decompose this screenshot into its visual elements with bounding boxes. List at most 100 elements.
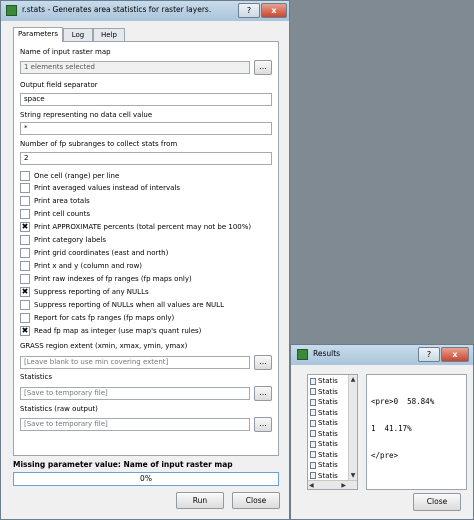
results-list-item[interactable]: Statis: [310, 387, 346, 398]
checkbox-box[interactable]: [20, 209, 30, 219]
results-line: </pre>: [371, 451, 399, 460]
region-field[interactable]: [Leave blank to use min covering extent]: [20, 356, 250, 369]
scroll-left-icon[interactable]: ◀: [309, 481, 314, 489]
document-icon: [310, 419, 316, 427]
checkbox-averaged[interactable]: Print averaged values instead of interva…: [20, 183, 180, 194]
results-line: <pre>0 58.84%: [371, 397, 435, 406]
statistics-browse-button[interactable]: ...: [254, 386, 272, 401]
statistics-raw-browse-button[interactable]: ...: [254, 417, 272, 432]
checkbox-category-labels[interactable]: Print category labels: [20, 235, 106, 246]
results-title: Results: [313, 349, 341, 358]
results-list-item[interactable]: Statis: [310, 408, 346, 419]
results-list-hscrollbar[interactable]: ◀ ▶: [308, 480, 357, 489]
checkbox-label: Print area totals: [34, 197, 90, 205]
input-raster-field[interactable]: 1 elements selected: [20, 61, 250, 74]
results-list-item-label: Statis: [318, 377, 338, 385]
checkbox-box[interactable]: [20, 300, 30, 310]
checkbox-box[interactable]: [20, 183, 30, 193]
statistics-label: Statistics: [20, 373, 52, 381]
status-message: Missing parameter value: Name of input r…: [13, 460, 233, 469]
checkbox-grid-coords[interactable]: Print grid coordinates (east and north): [20, 248, 168, 259]
results-list-item[interactable]: Statis: [310, 429, 346, 440]
checkbox-suppress-nulls[interactable]: ✖ Suppress reporting of any NULLs: [20, 287, 149, 298]
checkbox-box[interactable]: [20, 274, 30, 284]
checkbox-box-checked[interactable]: ✖: [20, 287, 30, 297]
help-icon: ?: [246, 6, 252, 15]
results-list-item[interactable]: Statis: [310, 460, 346, 471]
rstats-dialog: r.stats - Generates area statistics for …: [0, 0, 290, 520]
subranges-field[interactable]: 2: [20, 152, 272, 165]
tab-log[interactable]: Log: [63, 28, 93, 41]
checkbox-read-integer[interactable]: ✖ Read fp map as integer (use map's quant…: [20, 326, 201, 337]
checkbox-box[interactable]: [20, 313, 30, 323]
checkbox-area-totals[interactable]: Print area totals: [20, 196, 90, 207]
checkbox-box[interactable]: [20, 171, 30, 181]
results-list-item-label: Statis: [318, 419, 338, 427]
region-browse-button[interactable]: ...: [254, 355, 272, 370]
checkbox-cats-fp[interactable]: Report for cats fp ranges (fp maps only): [20, 313, 174, 324]
results-list-items: Statis Statis Statis Statis Statis Statis Stat…: [310, 376, 346, 481]
parameters-panel: Name of input raster map 1 elements sele…: [13, 41, 279, 456]
scroll-down-icon[interactable]: ▼: [349, 471, 357, 480]
results-list-item[interactable]: Statis: [310, 450, 346, 461]
input-raster-browse-button[interactable]: ...: [254, 60, 272, 75]
separator-field[interactable]: space: [20, 93, 272, 106]
checkbox-label: Print raw indexes of fp ranges (fp maps …: [34, 275, 192, 283]
results-close-button[interactable]: Close: [413, 493, 461, 511]
checkbox-suppress-all-nulls[interactable]: Suppress reporting of NULLs when all val…: [20, 300, 224, 311]
checkbox-label: Suppress reporting of any NULLs: [34, 288, 149, 296]
results-list-scrollbar[interactable]: ▲ ▼: [348, 375, 357, 480]
checkbox-label: Print cell counts: [34, 210, 90, 218]
checkbox-label: Print x and y (column and row): [34, 262, 143, 270]
results-close-title-button[interactable]: x: [441, 347, 469, 362]
checkbox-cell-counts[interactable]: Print cell counts: [20, 209, 90, 220]
document-icon: [310, 388, 316, 395]
statistics-raw-output-field[interactable]: [Save to temporary file]: [20, 418, 250, 431]
results-list-item[interactable]: Statis: [310, 418, 346, 429]
nodata-field[interactable]: *: [20, 122, 272, 135]
close-icon: x: [271, 6, 277, 15]
document-icon: [310, 461, 316, 469]
checkbox-box[interactable]: [20, 261, 30, 271]
results-list-item-label: Statis: [318, 461, 338, 469]
results-list-item[interactable]: Statis: [310, 376, 346, 387]
results-list-item-label: Statis: [318, 398, 338, 406]
checkbox-xy[interactable]: Print x and y (column and row): [20, 261, 142, 272]
checkbox-raw-indexes[interactable]: Print raw indexes of fp ranges (fp maps …: [20, 274, 192, 285]
checkbox-box-checked[interactable]: ✖: [20, 326, 30, 336]
results-list-item-label: Statis: [318, 440, 338, 448]
results-title-bar: Results ? x: [291, 345, 473, 365]
tab-parameters[interactable]: Parameters: [13, 27, 63, 42]
run-button[interactable]: Run: [176, 492, 224, 509]
document-icon: [310, 409, 316, 416]
checkbox-label: Suppress reporting of NULLs when all val…: [34, 301, 224, 309]
scroll-right-icon[interactable]: ▶: [341, 481, 346, 489]
close-button[interactable]: Close: [232, 492, 280, 509]
results-line: 1 41.17%: [371, 424, 412, 433]
checkbox-label: Report for cats fp ranges (fp maps only): [34, 314, 175, 322]
results-dialog: Results ? x Statis Statis Statis Statis Stat…: [290, 344, 474, 520]
checkbox-box[interactable]: [20, 248, 30, 258]
progress-bar: 0%: [13, 472, 279, 486]
checkbox-percents[interactable]: ✖ Print APPROXIMATE percents (total perce…: [20, 222, 251, 233]
help-title-button[interactable]: ?: [238, 3, 260, 18]
checkbox-label: One cell (range) per line: [34, 172, 120, 180]
checkbox-box[interactable]: [20, 196, 30, 206]
results-list-item-label: Statis: [318, 450, 338, 459]
statistics-output-field[interactable]: [Save to temporary file]: [20, 387, 250, 400]
checkbox-label: Print grid coordinates (east and north): [34, 249, 169, 257]
scroll-up-icon[interactable]: ▲: [349, 375, 357, 384]
app-icon: [297, 349, 308, 360]
results-help-title-button[interactable]: ?: [418, 347, 440, 362]
document-icon: [310, 398, 316, 406]
checkbox-box-checked[interactable]: ✖: [20, 222, 30, 232]
progress-text: 0%: [140, 474, 152, 483]
close-title-button[interactable]: x: [261, 3, 287, 18]
results-list-item[interactable]: Statis: [310, 439, 346, 450]
results-content: <pre>0 58.84% 1 41.17% </pre>: [366, 374, 467, 490]
checkbox-one-cell[interactable]: One cell (range) per line: [20, 171, 119, 182]
tab-help[interactable]: Help: [93, 28, 125, 41]
results-list[interactable]: Statis Statis Statis Statis Statis Statis Stat…: [307, 374, 358, 490]
results-list-item[interactable]: Statis: [310, 397, 346, 408]
checkbox-box[interactable]: [20, 235, 30, 245]
